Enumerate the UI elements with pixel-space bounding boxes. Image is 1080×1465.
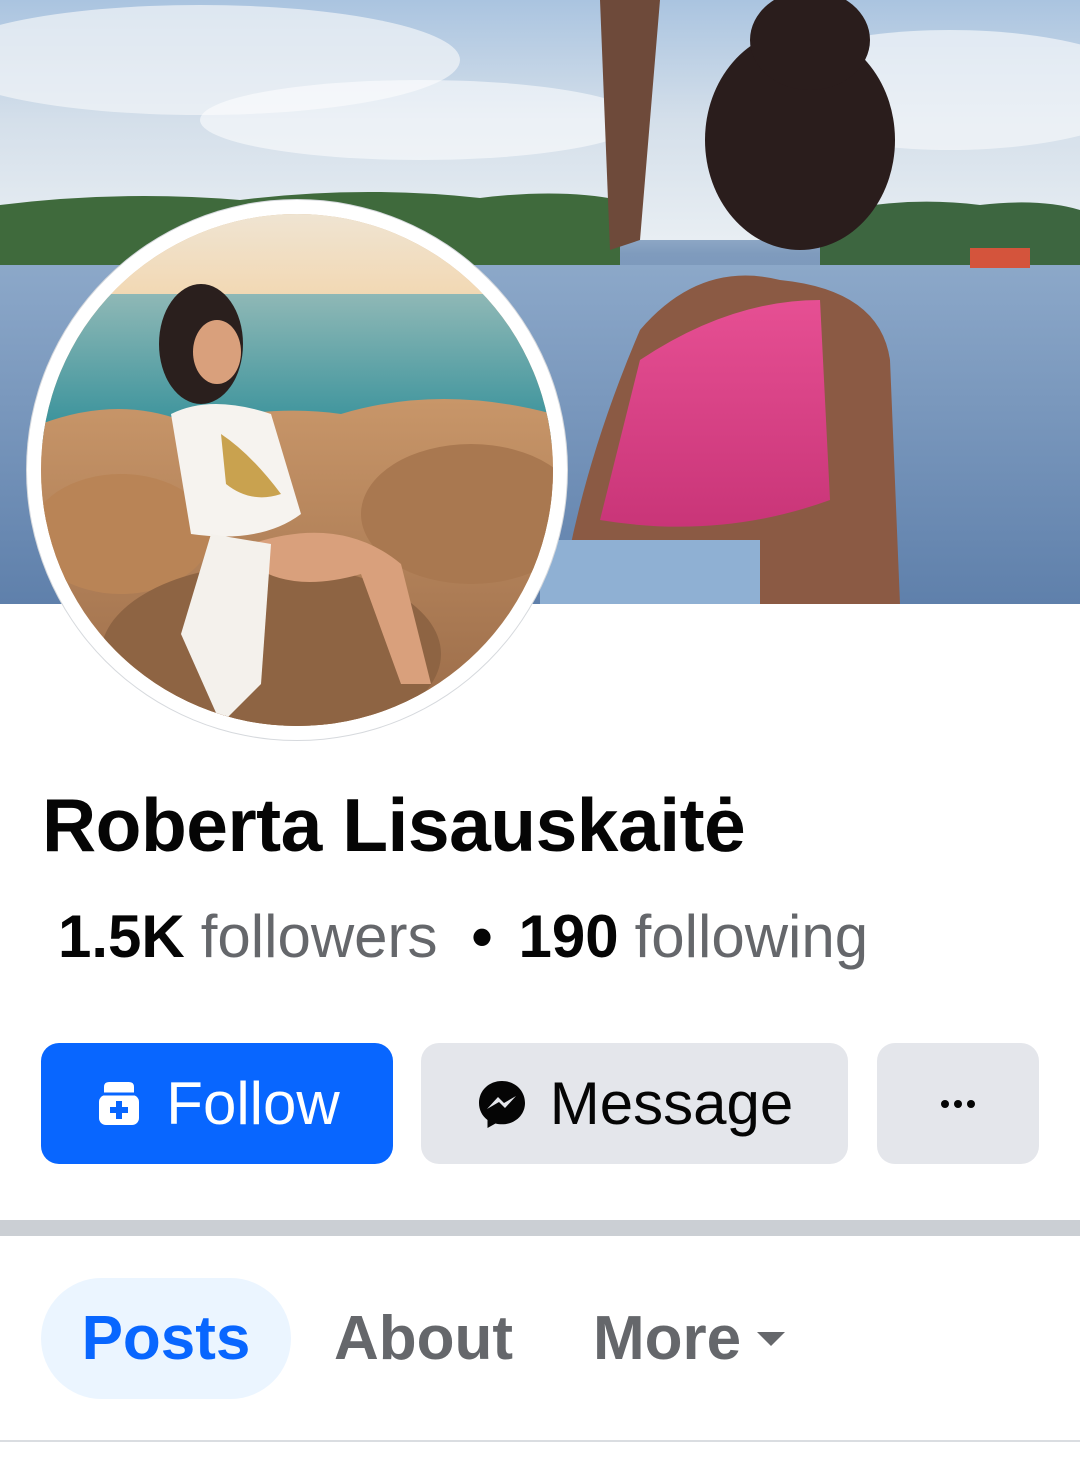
following-count: 190 — [518, 903, 619, 970]
tab-about[interactable]: About — [334, 1278, 513, 1399]
avatar-image — [41, 214, 553, 726]
following-link[interactable]: 190 following — [519, 902, 869, 971]
more-options-button[interactable] — [877, 1043, 1039, 1164]
add-friend-icon — [94, 1079, 144, 1129]
tab-posts-label: Posts — [81, 1304, 251, 1373]
caret-down-icon — [755, 1329, 787, 1349]
followers-link[interactable]: 1.5K followers — [58, 902, 438, 971]
stats-separator: • — [471, 903, 493, 970]
followers-count: 1.5K — [58, 903, 185, 970]
section-divider — [0, 1220, 1080, 1236]
followers-label: followers — [200, 903, 438, 970]
tab-more-label: More — [593, 1304, 742, 1373]
profile-stats: 1.5K followers • 190 following — [58, 902, 868, 971]
profile-page: Roberta Lisauskaitė 1.5K followers • 190 f… — [0, 0, 1080, 1465]
ellipsis-icon — [940, 1099, 976, 1109]
tab-posts[interactable]: Posts — [41, 1278, 291, 1399]
profile-name: Roberta Lisauskaitė — [42, 783, 746, 867]
follow-label: Follow — [166, 1070, 340, 1137]
message-label: Message — [549, 1070, 794, 1137]
tab-about-label: About — [334, 1304, 514, 1373]
message-button[interactable]: Message — [421, 1043, 848, 1164]
tab-more[interactable]: More — [593, 1278, 787, 1399]
follow-button[interactable]: Follow — [41, 1043, 393, 1164]
tabs-bottom-border — [0, 1440, 1080, 1442]
following-label: following — [634, 903, 869, 970]
messenger-icon — [476, 1078, 528, 1130]
profile-avatar[interactable] — [27, 200, 567, 740]
